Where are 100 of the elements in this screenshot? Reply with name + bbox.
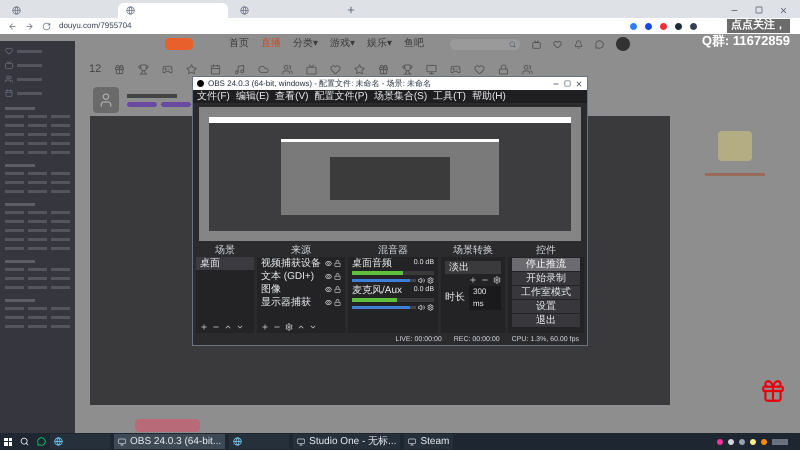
taskbar-app-button[interactable]: OBS 24.0.3 (64-bit... xyxy=(114,434,226,449)
scene-item[interactable]: 桌面 xyxy=(196,257,254,270)
search-field[interactable] xyxy=(450,38,520,50)
settings-icon[interactable] xyxy=(493,276,501,284)
menu-item[interactable]: 工具(T) xyxy=(433,92,466,102)
control-button[interactable]: 退出 xyxy=(512,314,580,327)
lock-icon[interactable] xyxy=(334,286,341,293)
feature-icon[interactable] xyxy=(258,64,270,74)
browser-tab[interactable] xyxy=(118,3,228,18)
sidebar-category-drawing[interactable] xyxy=(5,260,70,289)
control-button[interactable]: 开始录制 xyxy=(512,272,580,285)
menu-item[interactable]: 编辑(E) xyxy=(236,92,270,102)
move-up-icon[interactable] xyxy=(224,323,232,331)
control-button[interactable]: 设置 xyxy=(512,300,580,313)
duration-field[interactable]: 300 ms xyxy=(469,286,501,310)
feature-icon[interactable] xyxy=(282,64,294,74)
header-icon[interactable] xyxy=(532,40,541,48)
feature-icon[interactable] xyxy=(186,64,198,74)
eye-icon[interactable] xyxy=(325,273,332,280)
feature-icon[interactable] xyxy=(234,64,246,74)
reload-icon[interactable] xyxy=(42,22,51,30)
feature-icon[interactable] xyxy=(378,64,390,74)
feature-icon[interactable] xyxy=(162,64,174,74)
feature-icon[interactable] xyxy=(450,64,462,74)
windows-start-icon[interactable] xyxy=(4,438,12,446)
control-button[interactable]: 工作室模式 xyxy=(512,286,580,299)
move-up-icon[interactable] xyxy=(297,323,305,331)
feature-icon[interactable] xyxy=(426,64,438,74)
maximize-icon[interactable] xyxy=(755,6,763,14)
feature-icon[interactable] xyxy=(522,64,534,74)
eye-icon[interactable] xyxy=(325,260,332,267)
add-icon[interactable] xyxy=(200,323,208,331)
close-icon[interactable] xyxy=(575,80,583,88)
taskbar-app-button[interactable] xyxy=(229,434,290,449)
sidebar-category-drawing[interactable] xyxy=(5,164,70,193)
header-icon[interactable] xyxy=(553,40,562,48)
nav-link[interactable]: 游戏▾ xyxy=(330,39,355,49)
taskbar-app-button[interactable]: Steam xyxy=(404,434,454,449)
feature-icon[interactable] xyxy=(498,64,510,74)
chat-icon[interactable] xyxy=(37,437,46,446)
feature-icon[interactable] xyxy=(474,64,486,74)
sidebar-item-icon[interactable] xyxy=(5,61,13,69)
stream-overlay-text: Q群: 11672859 xyxy=(702,32,790,49)
source-item[interactable]: 文本 (GDI+) xyxy=(261,272,323,282)
feature-icon[interactable] xyxy=(402,64,414,74)
feature-icon[interactable] xyxy=(354,64,366,74)
menu-item[interactable]: 查看(V) xyxy=(275,92,308,102)
maximize-icon[interactable] xyxy=(564,80,571,87)
nav-link[interactable]: 鱼吧 xyxy=(404,39,424,49)
forward-icon[interactable] xyxy=(25,22,34,30)
taskbar-app-button[interactable]: Studio One - 无标... xyxy=(293,434,400,449)
lock-icon[interactable] xyxy=(334,299,341,306)
url-text[interactable]: douyu.com/7955704 xyxy=(59,22,132,30)
back-icon[interactable] xyxy=(8,22,17,30)
source-item[interactable]: 显示器捕获 xyxy=(261,298,323,308)
menu-item[interactable]: 场景集合(S) xyxy=(374,92,428,102)
sidebar-category-drawing[interactable] xyxy=(5,299,70,328)
monitor-icon xyxy=(118,438,126,446)
header-icon[interactable] xyxy=(574,40,583,48)
speaker-icon[interactable] xyxy=(418,304,425,311)
transition-select[interactable]: 淡出 xyxy=(445,261,501,274)
gift-icon[interactable] xyxy=(760,378,786,404)
eye-icon[interactable] xyxy=(325,299,332,306)
extension-icons-drawing[interactable] xyxy=(630,22,697,30)
feature-icon[interactable] xyxy=(210,64,222,74)
source-item[interactable]: 视频捕获设备 xyxy=(261,258,323,268)
settings-icon[interactable] xyxy=(285,323,293,331)
taskbar-app-button[interactable] xyxy=(50,434,110,449)
add-icon[interactable] xyxy=(469,276,477,284)
lock-icon[interactable] xyxy=(334,260,341,267)
sidebar-item-icon[interactable] xyxy=(5,75,13,83)
menu-item[interactable]: 帮助(H) xyxy=(472,92,506,102)
menu-item[interactable]: 配置文件(P) xyxy=(314,92,368,102)
source-item[interactable]: 图像 xyxy=(261,284,323,294)
dock-title: 控件 xyxy=(508,245,584,257)
window-title: OBS 24.0.3 (64-bit, windows) - 配置文件: 未命名 - 场景: 未命名 xyxy=(208,80,432,88)
add-icon[interactable] xyxy=(261,323,269,331)
feature-icon[interactable] xyxy=(306,64,318,74)
close-icon[interactable] xyxy=(779,6,788,15)
sidebar-category-drawing[interactable] xyxy=(5,203,70,250)
move-down-icon[interactable] xyxy=(309,323,317,331)
new-tab-icon[interactable] xyxy=(346,5,356,15)
menu-item[interactable]: 文件(F) xyxy=(197,92,230,102)
control-button[interactable]: 停止推流 xyxy=(512,258,580,271)
eye-icon[interactable] xyxy=(325,286,332,293)
lock-icon[interactable] xyxy=(334,273,341,280)
settings-icon[interactable] xyxy=(427,277,434,284)
channel-name: 麦克风/Aux xyxy=(352,286,402,296)
move-down-icon[interactable] xyxy=(236,323,244,331)
sidebar-item-icon[interactable] xyxy=(5,47,13,55)
header-icon[interactable] xyxy=(595,40,604,48)
settings-icon[interactable] xyxy=(427,304,434,311)
feature-icon[interactable] xyxy=(114,64,126,74)
feature-icon[interactable] xyxy=(330,64,342,74)
sidebar-category-drawing[interactable] xyxy=(5,107,70,154)
sidebar-item-icon[interactable] xyxy=(5,89,13,97)
obs-logo-icon xyxy=(197,80,204,87)
feature-icon[interactable] xyxy=(138,64,150,74)
speaker-icon[interactable] xyxy=(418,277,425,284)
stream-overlay-text: 点点关注， xyxy=(727,19,790,33)
